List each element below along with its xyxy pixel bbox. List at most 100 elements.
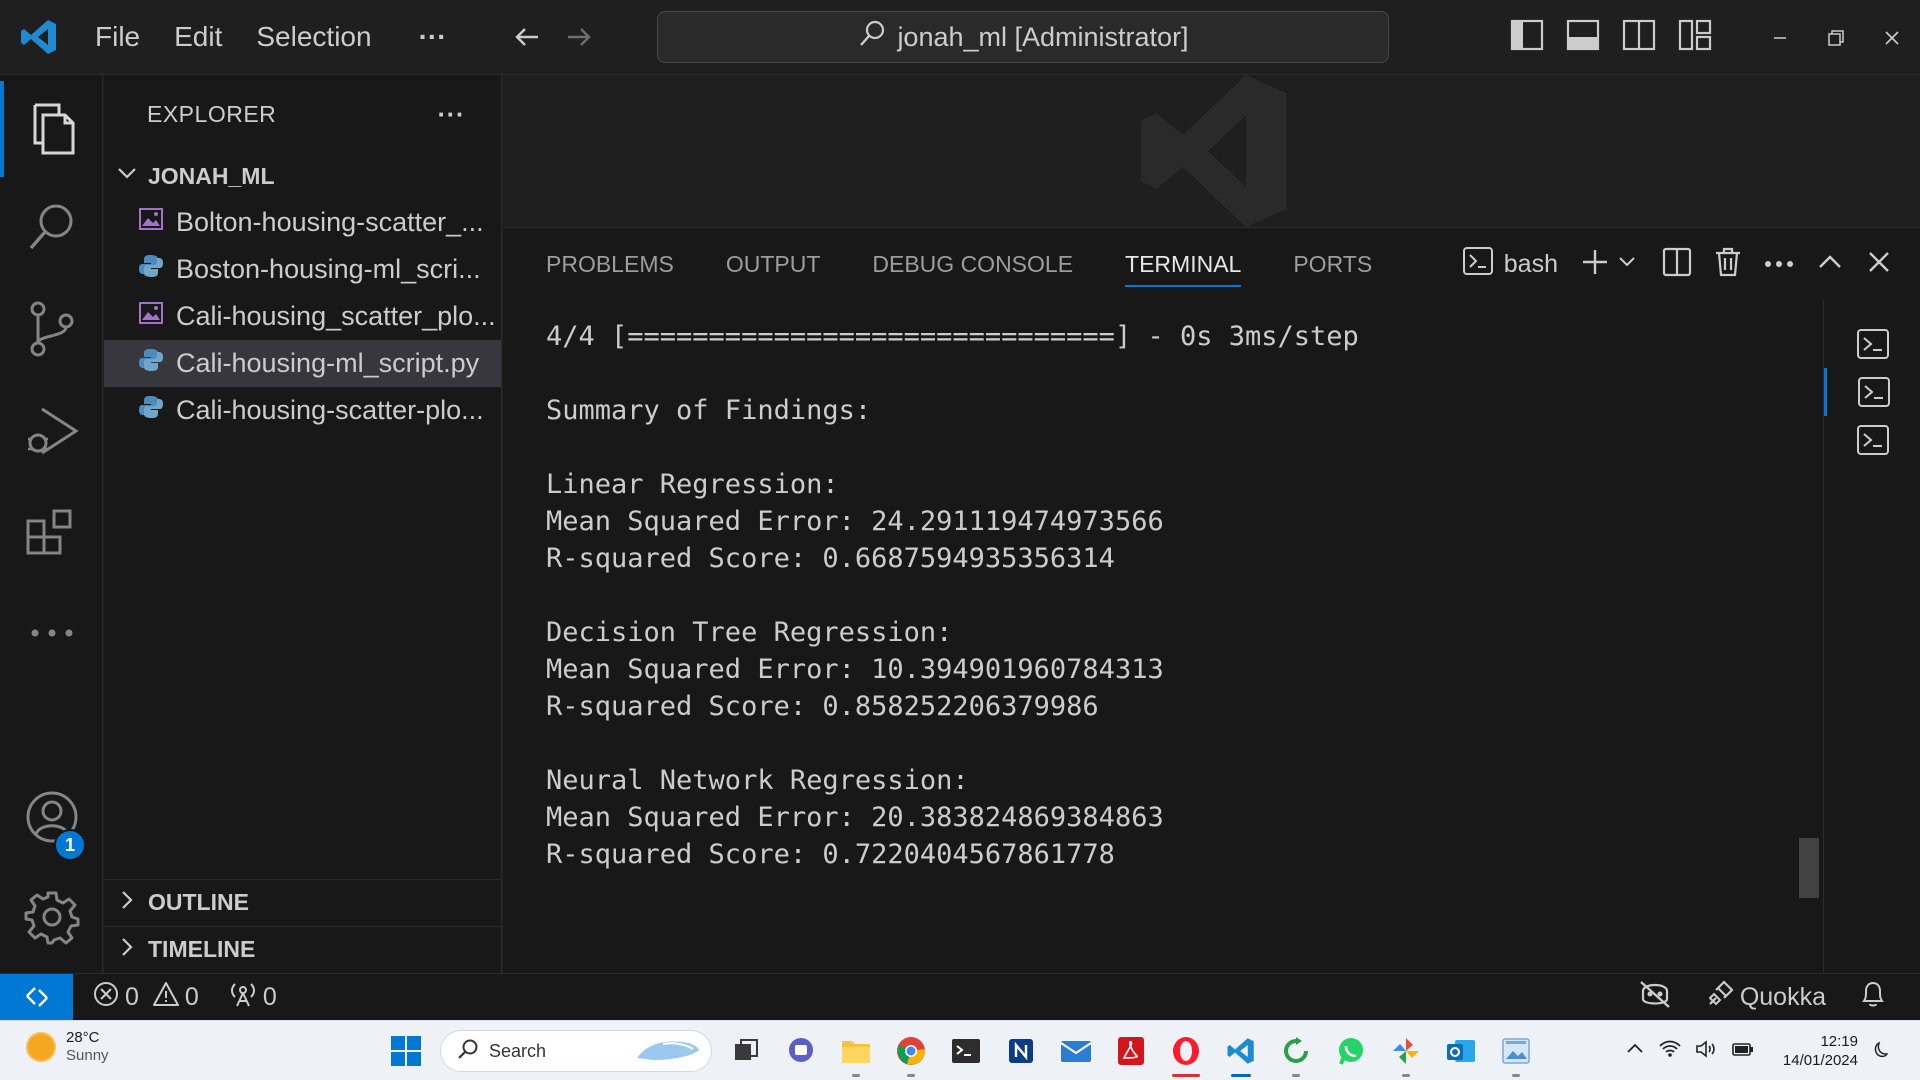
file-item[interactable]: Cali-housing_scatter_plo... xyxy=(104,293,501,340)
pinwheel-app-icon[interactable] xyxy=(1386,1029,1426,1077)
close-panel-icon[interactable] xyxy=(1866,249,1892,280)
do-not-disturb-moon-icon[interactable] xyxy=(1872,1039,1892,1064)
remote-indicator-icon[interactable] xyxy=(0,973,73,1021)
file-item[interactable]: Boston-housing-ml_scri... xyxy=(104,246,501,293)
battery-icon[interactable] xyxy=(1731,1039,1755,1064)
whatsapp-icon[interactable] xyxy=(1331,1029,1371,1073)
terminal-scrollbar[interactable] xyxy=(1799,838,1819,898)
copilot-disabled-icon[interactable] xyxy=(1638,979,1672,1016)
terminal-shell-selector[interactable]: bash xyxy=(1462,246,1558,283)
toggle-panel-icon[interactable] xyxy=(1566,19,1600,56)
command-center-search[interactable]: jonah_ml [Administrator] xyxy=(657,11,1389,63)
opera-icon[interactable] xyxy=(1166,1029,1206,1077)
menu-more[interactable]: ··· xyxy=(389,0,464,75)
settings-gear-icon[interactable] xyxy=(0,869,103,965)
tab-ports[interactable]: PORTS xyxy=(1267,228,1398,300)
sync-app-icon[interactable] xyxy=(1276,1029,1316,1077)
toggle-primary-sidebar-icon[interactable] xyxy=(1510,19,1544,56)
restore-icon[interactable] xyxy=(1808,0,1864,75)
ports-status[interactable]: 0 xyxy=(229,981,277,1014)
problems-status[interactable]: 0 0 xyxy=(93,981,199,1014)
terminal-app-icon[interactable] xyxy=(946,1029,986,1073)
running-indicator xyxy=(907,1074,915,1077)
tab-terminal[interactable]: TERMINAL xyxy=(1099,228,1267,300)
weather-widget[interactable]: 28°C Sunny xyxy=(28,1029,109,1065)
system-clock[interactable]: 12:19 14/01/2024 xyxy=(1783,1032,1858,1070)
file-item-selected[interactable]: Cali-housing-ml_script.py xyxy=(104,340,501,387)
file-item[interactable]: Cali-housing-scatter-plo... xyxy=(104,387,501,434)
file-item[interactable]: Bolton-housing-scatter_... xyxy=(104,199,501,246)
notifications-bell-icon[interactable] xyxy=(1860,980,1886,1015)
weather-condition: Sunny xyxy=(66,1047,109,1064)
terminal-line: R-squared Score: 0.6687594935356314 xyxy=(546,543,1115,574)
terminal-line: Decision Tree Regression: xyxy=(546,617,953,648)
running-indicator xyxy=(852,1074,860,1077)
terminal-instance-icon[interactable] xyxy=(1824,320,1920,368)
photos-app-icon[interactable] xyxy=(1496,1029,1536,1077)
show-hidden-icons-chevron-up-icon[interactable] xyxy=(1625,1039,1645,1064)
broadcast-antenna-icon xyxy=(229,981,257,1014)
system-tray: 12:19 14/01/2024 xyxy=(1625,1021,1892,1080)
terminal-icon xyxy=(1462,246,1494,283)
new-terminal-plus-icon[interactable] xyxy=(1580,247,1640,282)
vscode-logo-icon xyxy=(0,0,78,75)
maximize-panel-chevron-up-icon[interactable] xyxy=(1816,248,1844,281)
back-arrow-icon[interactable] xyxy=(512,22,542,52)
outline-label: OUTLINE xyxy=(148,889,249,915)
teams-chat-icon[interactable] xyxy=(781,1029,821,1073)
explorer-title: EXPLORER xyxy=(147,100,277,127)
explorer-more-actions[interactable]: ··· xyxy=(438,99,465,130)
python-file-icon xyxy=(138,394,164,427)
title-bar-controls xyxy=(1510,0,1920,75)
menu-file[interactable]: File xyxy=(78,0,157,75)
vscode-watermark-icon xyxy=(1138,75,1288,232)
customize-layout-icon[interactable] xyxy=(1678,19,1712,56)
run-debug-icon[interactable] xyxy=(0,383,103,479)
toggle-secondary-sidebar-icon[interactable] xyxy=(1622,19,1656,56)
task-view-icon[interactable] xyxy=(726,1029,766,1073)
source-control-icon[interactable] xyxy=(0,281,103,377)
file-name: Boston-housing-ml_scri... xyxy=(176,254,481,284)
terminal-line: Summary of Findings: xyxy=(546,395,872,426)
timeline-section[interactable]: TIMELINE xyxy=(104,926,502,972)
file-name: Bolton-housing-scatter_... xyxy=(176,207,484,237)
quokka-status[interactable]: Quokka xyxy=(1706,980,1826,1015)
outlook-new-icon[interactable] xyxy=(1441,1029,1481,1073)
file-name: Cali-housing-scatter-plo... xyxy=(176,395,484,425)
terminal-output[interactable]: 4/4 [==============================] - 0… xyxy=(546,318,1826,958)
panel-actions: bash xyxy=(1462,228,1892,300)
folder-header[interactable]: JONAH_ML xyxy=(104,153,501,199)
extensions-icon[interactable] xyxy=(0,485,103,581)
tab-debug-console[interactable]: DEBUG CONSOLE xyxy=(846,228,1099,300)
tab-output[interactable]: OUTPUT xyxy=(700,228,847,300)
kill-terminal-trash-icon[interactable] xyxy=(1714,247,1742,282)
more-views-icon[interactable] xyxy=(0,585,103,681)
file-explorer-icon[interactable] xyxy=(836,1029,876,1077)
windows-start-icon[interactable] xyxy=(390,1035,422,1072)
warning-count: 0 xyxy=(184,982,199,1011)
volume-icon[interactable] xyxy=(1695,1039,1717,1064)
menu-selection[interactable]: Selection xyxy=(239,0,388,75)
taskbar-search[interactable]: Search xyxy=(440,1030,712,1072)
chrome-icon[interactable] xyxy=(891,1029,931,1077)
close-window-icon[interactable] xyxy=(1864,0,1920,75)
acrobat-pdf-icon[interactable] xyxy=(1111,1029,1151,1073)
running-indicator xyxy=(1402,1074,1410,1077)
vscode-taskbar-icon[interactable] xyxy=(1221,1029,1261,1077)
forward-arrow-icon[interactable] xyxy=(564,22,594,52)
search-icon[interactable] xyxy=(0,179,103,275)
split-terminal-icon[interactable] xyxy=(1662,247,1692,282)
accounts-icon[interactable]: 1 xyxy=(0,769,103,865)
menu-edit[interactable]: Edit xyxy=(157,0,239,75)
terminal-instance-icon[interactable] xyxy=(1824,416,1920,464)
tab-problems[interactable]: PROBLEMS xyxy=(503,228,700,300)
notion-icon[interactable] xyxy=(1001,1029,1041,1073)
terminal-instance-icon[interactable] xyxy=(1824,368,1920,416)
minimize-icon[interactable] xyxy=(1752,0,1808,75)
more-actions-icon[interactable] xyxy=(1764,255,1794,273)
outline-section[interactable]: OUTLINE xyxy=(104,879,502,925)
explorer-icon[interactable] xyxy=(0,81,103,177)
wifi-icon[interactable] xyxy=(1659,1039,1681,1064)
mail-icon[interactable] xyxy=(1056,1029,1096,1073)
